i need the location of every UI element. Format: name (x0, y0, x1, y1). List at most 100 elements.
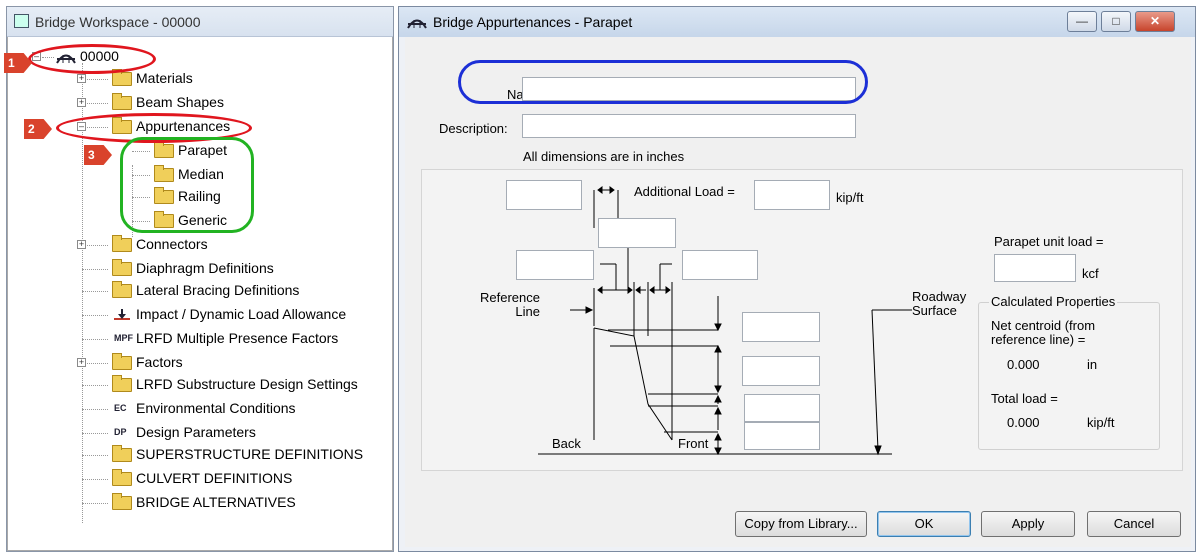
impact-icon (114, 309, 130, 320)
height-1-input[interactable] (742, 312, 820, 342)
tree-item-label: Railing (178, 188, 221, 204)
tree-item-label: Factors (136, 354, 183, 370)
tree-item-label: Connectors (136, 236, 208, 252)
tree-item-label: Beam Shapes (136, 94, 224, 110)
maximize-button[interactable]: □ (1101, 11, 1131, 32)
tree-item-bridge-alternatives[interactable]: BRIDGE ALTERNATIVES (112, 493, 392, 513)
expand-toggle[interactable]: + (77, 358, 86, 367)
parapet-unit-load-input[interactable] (994, 254, 1076, 282)
tree-item-label: LRFD Multiple Presence Factors (136, 330, 339, 346)
root-collapse-toggle[interactable]: – (32, 52, 41, 61)
folder-icon (154, 187, 174, 204)
copy-from-library-button[interactable]: Copy from Library... (735, 511, 867, 537)
front-width-input[interactable] (682, 250, 758, 280)
tree-item-connectors[interactable]: Connectors (112, 235, 392, 255)
folder-icon (112, 469, 132, 486)
tree-item-label: Generic (178, 212, 228, 228)
name-input[interactable] (522, 77, 856, 101)
ok-button[interactable]: OK (877, 511, 971, 537)
tree-item-label: LRFD Substructure Design Settings (136, 376, 358, 392)
workspace-title: Bridge Workspace - 00000 (35, 14, 201, 30)
folder-icon (112, 353, 132, 370)
dialog-title-bar[interactable]: Bridge Appurtenances - Parapet — □ ✕ (399, 7, 1195, 37)
tree-root[interactable]: 00000 (56, 47, 136, 67)
additional-load-input[interactable] (754, 180, 830, 210)
tree-item-beam-shapes[interactable]: Beam Shapes (112, 93, 392, 113)
front-label: Front (678, 436, 709, 451)
close-button[interactable]: ✕ (1135, 11, 1175, 32)
tree-item-label: BRIDGE ALTERNATIVES (136, 494, 296, 510)
collapse-toggle[interactable]: – (77, 122, 86, 131)
total-load-unit: kip/ft (1087, 415, 1115, 430)
total-load-label: Total load = (991, 391, 1058, 406)
folder-icon (112, 493, 132, 510)
reference-line-label: Reference Line (480, 290, 540, 319)
tree-item-label: Diaphragm Definitions (136, 260, 274, 276)
tree-item-label: Impact / Dynamic Load Allowance (136, 306, 347, 322)
parapet-unit-load-label: Parapet unit load = (994, 234, 1104, 249)
dp-icon: DP (114, 427, 127, 437)
folder-icon (112, 259, 132, 276)
bridge-icon (407, 19, 427, 29)
tree-item-factors[interactable]: Factors (112, 353, 392, 373)
load-offset-input[interactable] (598, 218, 676, 248)
parapet-dialog: Bridge Appurtenances - Parapet — □ ✕ Nam… (398, 6, 1196, 552)
tree-item-superstructure-definitions[interactable]: SUPERSTRUCTURE DEFINITIONS (112, 445, 392, 465)
tree-item-culvert-definitions[interactable]: CULVERT DEFINITIONS (112, 469, 392, 489)
tree-item-lrfd-substructure-design-settings[interactable]: LRFD Substructure Design Settings (112, 375, 392, 395)
folder-icon (154, 141, 174, 158)
folder-icon (154, 211, 174, 228)
workspace-title-bar: Bridge Workspace - 00000 (7, 7, 393, 37)
back-label: Back (552, 436, 581, 451)
minimize-button[interactable]: — (1067, 11, 1097, 32)
expand-toggle[interactable]: + (77, 240, 86, 249)
folder-icon (112, 445, 132, 462)
mpf-icon: MPF (114, 333, 133, 343)
top-left-dimension-input[interactable] (506, 180, 582, 210)
expand-toggle[interactable]: + (77, 98, 86, 107)
tree-item-generic[interactable]: Generic (154, 211, 434, 231)
folder-icon (154, 165, 174, 182)
tree-item-lrfd-multiple-presence-factors[interactable]: MPF LRFD Multiple Presence Factors (112, 329, 392, 349)
net-centroid-value: 0.000 (1007, 357, 1040, 372)
dialog-title: Bridge Appurtenances - Parapet (433, 14, 633, 30)
parapet-unit-load-unit: kcf (1082, 266, 1099, 281)
tree-item-label: Materials (136, 70, 193, 86)
apply-button[interactable]: Apply (981, 511, 1075, 537)
tree-item-label: CULVERT DEFINITIONS (136, 470, 293, 486)
net-centroid-unit: in (1087, 357, 1098, 372)
tree-item-parapet[interactable]: Parapet (154, 141, 434, 161)
total-load-value: 0.000 (1007, 415, 1040, 430)
additional-load-unit: kip/ft (836, 190, 864, 205)
description-input[interactable] (522, 114, 856, 138)
tree-item-impact-dynamic-load-allowance[interactable]: Impact / Dynamic Load Allowance (112, 305, 392, 325)
tree-item-railing[interactable]: Railing (154, 187, 434, 207)
workspace-icon (14, 14, 29, 28)
folder-icon (112, 281, 132, 298)
tree-item-lateral-bracing-definitions[interactable]: Lateral Bracing Definitions (112, 281, 392, 301)
calculated-properties-group: Calculated Properties Net centroid (from… (978, 294, 1160, 450)
tree-item-appurtenances[interactable]: Appurtenances (112, 117, 392, 137)
folder-icon (112, 117, 132, 134)
height-4-input[interactable] (744, 422, 820, 450)
tree-item-label: Parapet (178, 142, 228, 158)
tree-item-label: Appurtenances (136, 118, 231, 134)
tree-item-design-parameters[interactable]: DP Design Parameters (112, 423, 392, 443)
tree-root-label: 00000 (80, 48, 119, 64)
expand-toggle[interactable]: + (77, 74, 86, 83)
tree-item-materials[interactable]: Materials (112, 69, 392, 89)
tree-item-label: Median (178, 166, 224, 182)
back-width-input[interactable] (516, 250, 594, 280)
height-2-input[interactable] (742, 356, 820, 386)
cancel-button[interactable]: Cancel (1087, 511, 1181, 537)
tree-item-environmental-conditions[interactable]: EC Environmental Conditions (112, 399, 392, 419)
folder-icon (112, 93, 132, 110)
tree-item-diaphragm-definitions[interactable]: Diaphragm Definitions (112, 259, 392, 279)
parapet-geometry-panel: Additional Load = kip/ft Reference Line … (421, 169, 1183, 471)
tree-item-label: SUPERSTRUCTURE DEFINITIONS (136, 446, 364, 462)
tree-item-median[interactable]: Median (154, 165, 434, 185)
bridge-workspace-window: Bridge Workspace - 00000 – 00000 + Materi… (6, 6, 394, 552)
tree-item-label: Design Parameters (136, 424, 256, 440)
tree-item-label: Environmental Conditions (136, 400, 296, 416)
height-3-input[interactable] (744, 394, 820, 422)
